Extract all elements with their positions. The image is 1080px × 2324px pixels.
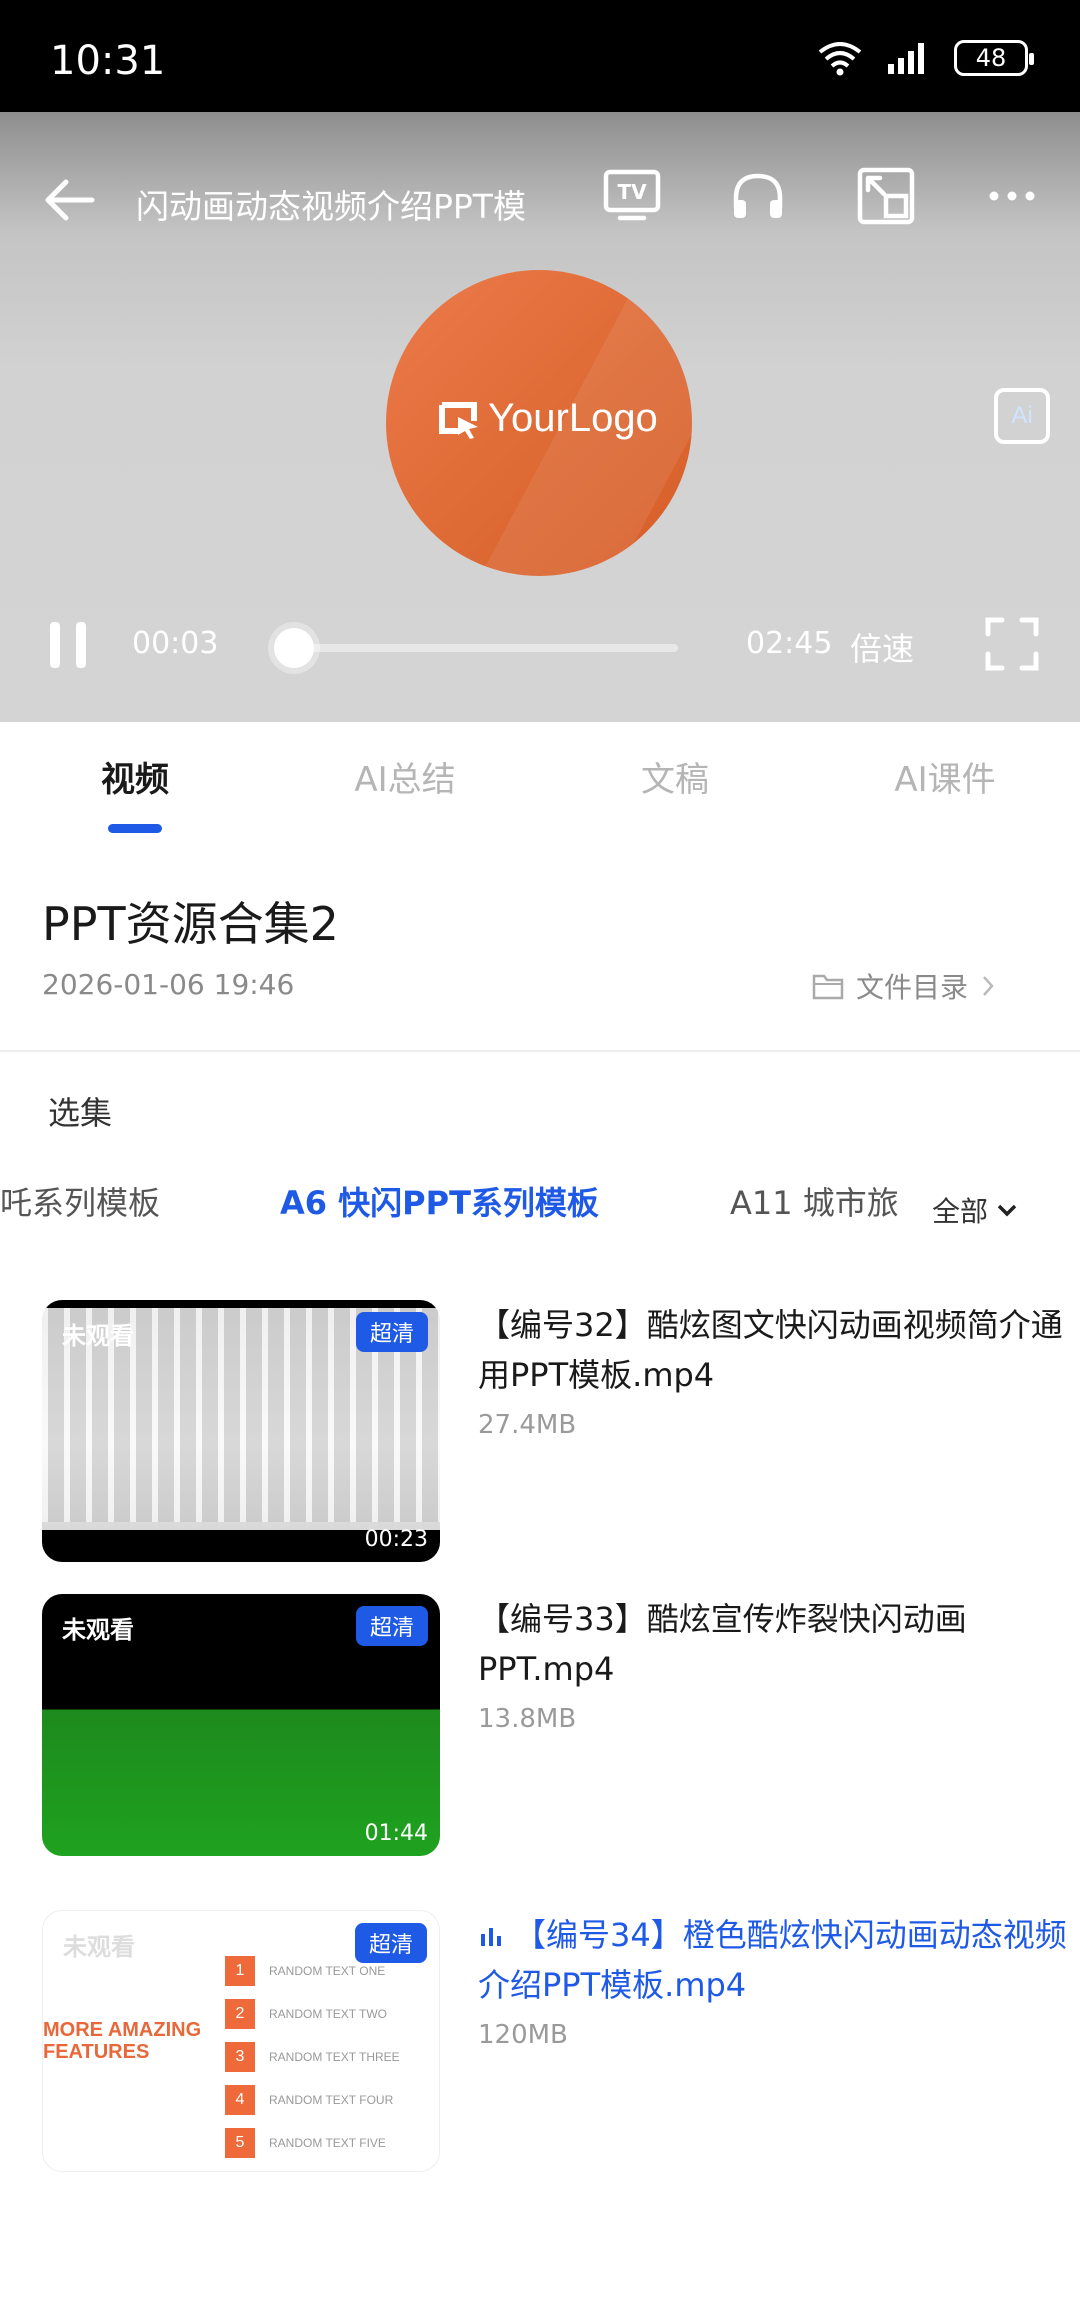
series-item-active[interactable]: A6 快闪PPT系列模板: [280, 1178, 599, 1224]
svg-text:TV: TV: [617, 180, 647, 204]
status-icons: 48: [816, 40, 1034, 76]
slide-row: 5 RANDOM TEXT FIVE: [225, 2121, 400, 2164]
current-time: 00:03: [132, 626, 219, 661]
slide-num: 5: [225, 2127, 255, 2158]
player-top-bar: 闪动画动态视频介绍PPT模 TV: [0, 152, 1080, 262]
slide-text: RANDOM TEXT FOUR: [269, 2092, 394, 2107]
signal-icon: [888, 43, 924, 74]
ai-assistant-button[interactable]: Ai: [994, 388, 1050, 444]
slide-row: 4 RANDOM TEXT FOUR: [225, 2078, 400, 2121]
chevron-down-icon: [997, 1204, 1017, 1217]
video-thumbnail[interactable]: 未观看 超清 01:44: [42, 1594, 440, 1856]
slide-row: 2 RANDOM TEXT TWO: [225, 1992, 400, 2035]
slide-text: RANDOM TEXT ONE: [269, 1963, 386, 1978]
playlist-date: 2026-01-06 19:46: [42, 968, 295, 1001]
video-title[interactable]: 【编号32】酷炫图文快闪动画视频简介通用PPT模板.mp4: [478, 1300, 1078, 1400]
unwatched-label: 未观看: [62, 1616, 134, 1644]
logo: YourLogo: [438, 396, 658, 441]
series-item[interactable]: A11 城市旅: [730, 1178, 899, 1224]
status-bar: 10:31 48: [0, 0, 1080, 112]
playlist-title: PPT资源合集2: [42, 897, 339, 951]
progress-bar[interactable]: [280, 644, 678, 652]
slide-text: RANDOM TEXT TWO: [269, 2006, 388, 2021]
quality-badge: 超清: [355, 1312, 428, 1352]
slide-list: 1 RANDOM TEXT ONE 2 RANDOM TEXT TWO 3 RA…: [225, 1949, 400, 2164]
wifi-icon: [818, 42, 862, 76]
video-duration: 00:23: [364, 1527, 428, 1552]
video-title-playing[interactable]: 【编号34】橙色酷炫快闪动画动态视频介绍PPT模板.mp4: [478, 1910, 1078, 2010]
video-frame-logo: YourLogo: [386, 270, 692, 576]
now-playing-icon: [481, 1928, 501, 1946]
headphones-icon[interactable]: [726, 164, 790, 228]
slide-heading: MORE AMAZING FEATURES: [43, 2019, 201, 2063]
tv-cast-icon[interactable]: TV: [600, 164, 664, 228]
fullscreen-icon[interactable]: [984, 616, 1040, 672]
video-size: 13.8MB: [478, 1704, 577, 1734]
battery-indicator: 48: [954, 40, 1034, 76]
folder-icon: [812, 974, 844, 1000]
unwatched-label: 未观看: [63, 1933, 135, 1961]
tab-ai-courseware[interactable]: AI课件: [810, 722, 1080, 842]
back-arrow-icon[interactable]: [40, 170, 100, 230]
slide-heading-line: MORE AMAZING: [43, 2019, 202, 2041]
file-directory-link[interactable]: 文件目录: [812, 966, 996, 1006]
content-tabs: 视频 AI总结 文稿 AI课件: [0, 722, 1080, 842]
video-list-item-playing[interactable]: MORE AMAZING FEATURES 1 RANDOM TEXT ONE …: [42, 1910, 1067, 2180]
video-title: 闪动画动态视频介绍PPT模: [136, 187, 526, 226]
video-list-item[interactable]: 未观看 超清 01:44 【编号33】酷炫宣传炸裂快闪动画PPT.mp4 13.…: [42, 1594, 1042, 1864]
pause-icon[interactable]: [46, 620, 90, 670]
series-all-dropdown[interactable]: 全部: [932, 1190, 1018, 1230]
video-thumbnail[interactable]: 未观看 超清 00:23: [42, 1300, 440, 1562]
progress-thumb[interactable]: [274, 628, 314, 668]
quality-badge: 超清: [354, 1923, 427, 1963]
quality-badge: 超清: [355, 1606, 428, 1646]
logo-text: YourLogo: [488, 396, 658, 440]
video-title-text: 【编号34】橙色酷炫快闪动画动态视频介绍PPT模板.mp4: [478, 1916, 1067, 2004]
video-list-item[interactable]: 未观看 超清 00:23 【编号32】酷炫图文快闪动画视频简介通用PPT模板.m…: [42, 1300, 1063, 1570]
video-thumbnail[interactable]: MORE AMAZING FEATURES 1 RANDOM TEXT ONE …: [42, 1910, 440, 2172]
unwatched-label: 未观看: [62, 1322, 134, 1350]
status-time: 10:31: [50, 38, 166, 84]
slide-num: 2: [225, 1998, 255, 2029]
file-directory-label: 文件目录: [856, 971, 969, 1004]
slide-text: RANDOM TEXT FIVE: [269, 2135, 386, 2150]
tab-ai-summary[interactable]: AI总结: [270, 722, 540, 842]
active-tab-indicator: [108, 824, 162, 833]
video-title[interactable]: 【编号33】酷炫宣传炸裂快闪动画PPT.mp4: [478, 1594, 1078, 1694]
slide-text: RANDOM TEXT THREE: [269, 2049, 400, 2064]
slide-num: 4: [225, 2084, 255, 2115]
tab-transcript[interactable]: 文稿: [540, 722, 810, 842]
more-options-icon[interactable]: [980, 164, 1044, 228]
player-controls: 00:03 02:45 倍速: [0, 612, 1080, 692]
video-duration: 01:44: [364, 1821, 428, 1846]
logo-mark-icon: [439, 401, 478, 439]
total-time: 02:45: [746, 626, 833, 661]
series-item[interactable]: 吒系列模板: [0, 1178, 160, 1224]
slide-heading-line: FEATURES: [43, 2041, 150, 2063]
episode-select-label: 选集: [48, 1094, 113, 1132]
playback-speed-button[interactable]: 倍速: [850, 624, 914, 670]
video-size: 120MB: [478, 2020, 568, 2050]
slide-row: 3 RANDOM TEXT THREE: [225, 2035, 400, 2078]
video-player[interactable]: 闪动画动态视频介绍PPT模 TV YourLogo Ai 00:03 02:45…: [0, 112, 1080, 722]
divider: [0, 1050, 1080, 1052]
picture-in-picture-icon[interactable]: [854, 164, 918, 228]
series-all-label: 全部: [932, 1195, 989, 1228]
chevron-right-icon: [983, 976, 994, 996]
video-size: 27.4MB: [478, 1410, 577, 1440]
slide-num: 1: [225, 1955, 255, 1986]
slide-num: 3: [225, 2041, 255, 2072]
